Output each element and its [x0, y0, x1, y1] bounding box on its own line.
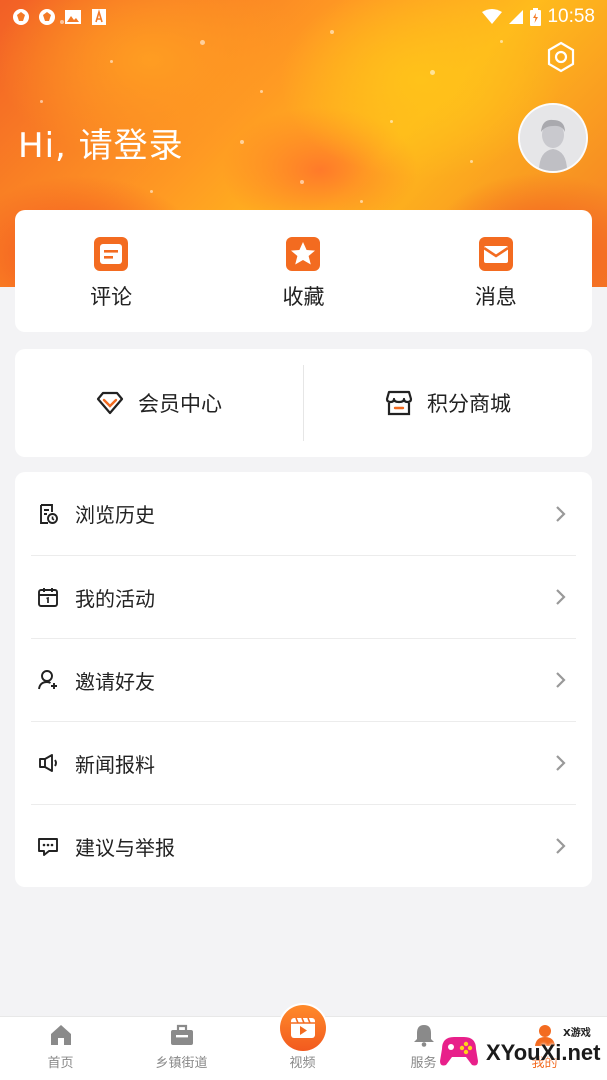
weibo-icon — [12, 8, 30, 26]
paint-speck — [500, 40, 503, 43]
battery-icon — [530, 8, 542, 26]
paint-speck — [40, 100, 43, 103]
star-icon — [286, 237, 321, 271]
video-button — [277, 1003, 328, 1053]
login-prompt[interactable]: Hi, 请登录 — [18, 118, 184, 167]
notification-icons — [12, 8, 108, 26]
video-icon — [290, 1017, 315, 1038]
avatar[interactable] — [518, 103, 588, 173]
diamond-icon — [96, 391, 124, 415]
menu-item-label: 浏览历史 — [75, 503, 155, 527]
chevron-right-icon — [556, 589, 566, 605]
paint-speck — [260, 90, 263, 93]
settings-button[interactable] — [544, 40, 578, 74]
wifi-icon — [482, 9, 503, 24]
favorites-label: 收藏 — [282, 285, 325, 309]
chevron-right-icon — [556, 838, 566, 854]
comments-label: 评论 — [90, 285, 133, 309]
bell-icon — [413, 1025, 434, 1047]
menu-item-news-tip[interactable]: 新闻报料 — [31, 721, 576, 804]
font-icon — [90, 8, 108, 26]
image-icon — [64, 8, 82, 26]
history-icon — [37, 503, 59, 525]
member-center-label: 会员中心 — [138, 392, 222, 416]
watermark-text: XYouXi.net — [486, 1040, 601, 1065]
messages-label: 消息 — [474, 285, 517, 309]
system-status: 10:58 — [482, 6, 595, 28]
nav-towns[interactable]: 乡镇街道 — [121, 1017, 242, 1080]
nav-home[interactable]: 首页 — [0, 1017, 121, 1080]
paint-speck — [110, 60, 113, 63]
comment-icon — [94, 237, 129, 271]
chevron-right-icon — [556, 755, 566, 771]
menu-item-label: 我的活动 — [75, 586, 155, 611]
paint-speck — [240, 140, 244, 144]
paint-speck — [360, 200, 363, 203]
paint-speck — [300, 180, 304, 184]
nav-towns-label: 乡镇街道 — [155, 1056, 208, 1071]
menu-item-invite[interactable]: 邀请好友 — [31, 638, 576, 721]
paint-speck — [430, 70, 435, 75]
paint-speck — [470, 160, 473, 163]
paint-speck — [200, 40, 205, 45]
weibo-icon — [38, 8, 56, 26]
quick-actions-card: 评论 收藏 消息 — [15, 210, 592, 332]
gamepad-logo-icon — [440, 1037, 478, 1066]
signal-icon — [509, 10, 524, 24]
favorites-button[interactable]: 收藏 — [207, 210, 399, 332]
menu-item-label: 邀请好友 — [75, 669, 155, 694]
paint-speck — [150, 190, 153, 193]
chevron-right-icon — [556, 672, 566, 688]
nav-video[interactable]: 视频 — [242, 1003, 363, 1080]
speaker-icon — [37, 752, 59, 774]
chevron-right-icon — [556, 505, 566, 522]
mail-icon — [478, 237, 513, 271]
points-mall-button[interactable]: 积分商城 — [304, 349, 592, 457]
comments-button[interactable]: 评论 — [15, 210, 207, 332]
nav-services-label: 服务 — [410, 1056, 437, 1071]
nav-video-label: 视频 — [289, 1056, 316, 1071]
status-bar: 10:58 — [0, 0, 607, 34]
paint-speck — [390, 120, 393, 123]
menu-item-history[interactable]: 浏览历史 — [31, 472, 576, 555]
nav-home-label: 首页 — [47, 1056, 74, 1071]
member-card: 会员中心 积分商城 — [15, 349, 592, 457]
menu-item-activities[interactable]: 我的活动 — [31, 555, 576, 638]
calendar-icon — [37, 586, 59, 608]
briefcase-icon — [170, 1024, 193, 1045]
points-mall-label: 积分商城 — [427, 392, 511, 416]
home-icon — [50, 1025, 71, 1045]
default-avatar-icon — [520, 105, 586, 171]
messages-button[interactable]: 消息 — [400, 210, 592, 332]
settings-hexagon-icon — [547, 41, 575, 73]
menu-list: 浏览历史 我的活动 邀请好友 新闻报料 建议与举报 — [15, 472, 592, 887]
store-icon — [385, 390, 413, 416]
member-center-button[interactable]: 会员中心 — [15, 349, 303, 457]
menu-item-feedback[interactable]: 建议与举报 — [31, 804, 576, 887]
clock: 10:58 — [547, 6, 595, 27]
watermark-small-text: X游戏 — [563, 1028, 591, 1039]
invite-user-icon — [37, 669, 59, 691]
menu-item-label: 建议与举报 — [75, 835, 175, 860]
feedback-icon — [37, 835, 59, 857]
menu-item-label: 新闻报料 — [75, 752, 155, 777]
